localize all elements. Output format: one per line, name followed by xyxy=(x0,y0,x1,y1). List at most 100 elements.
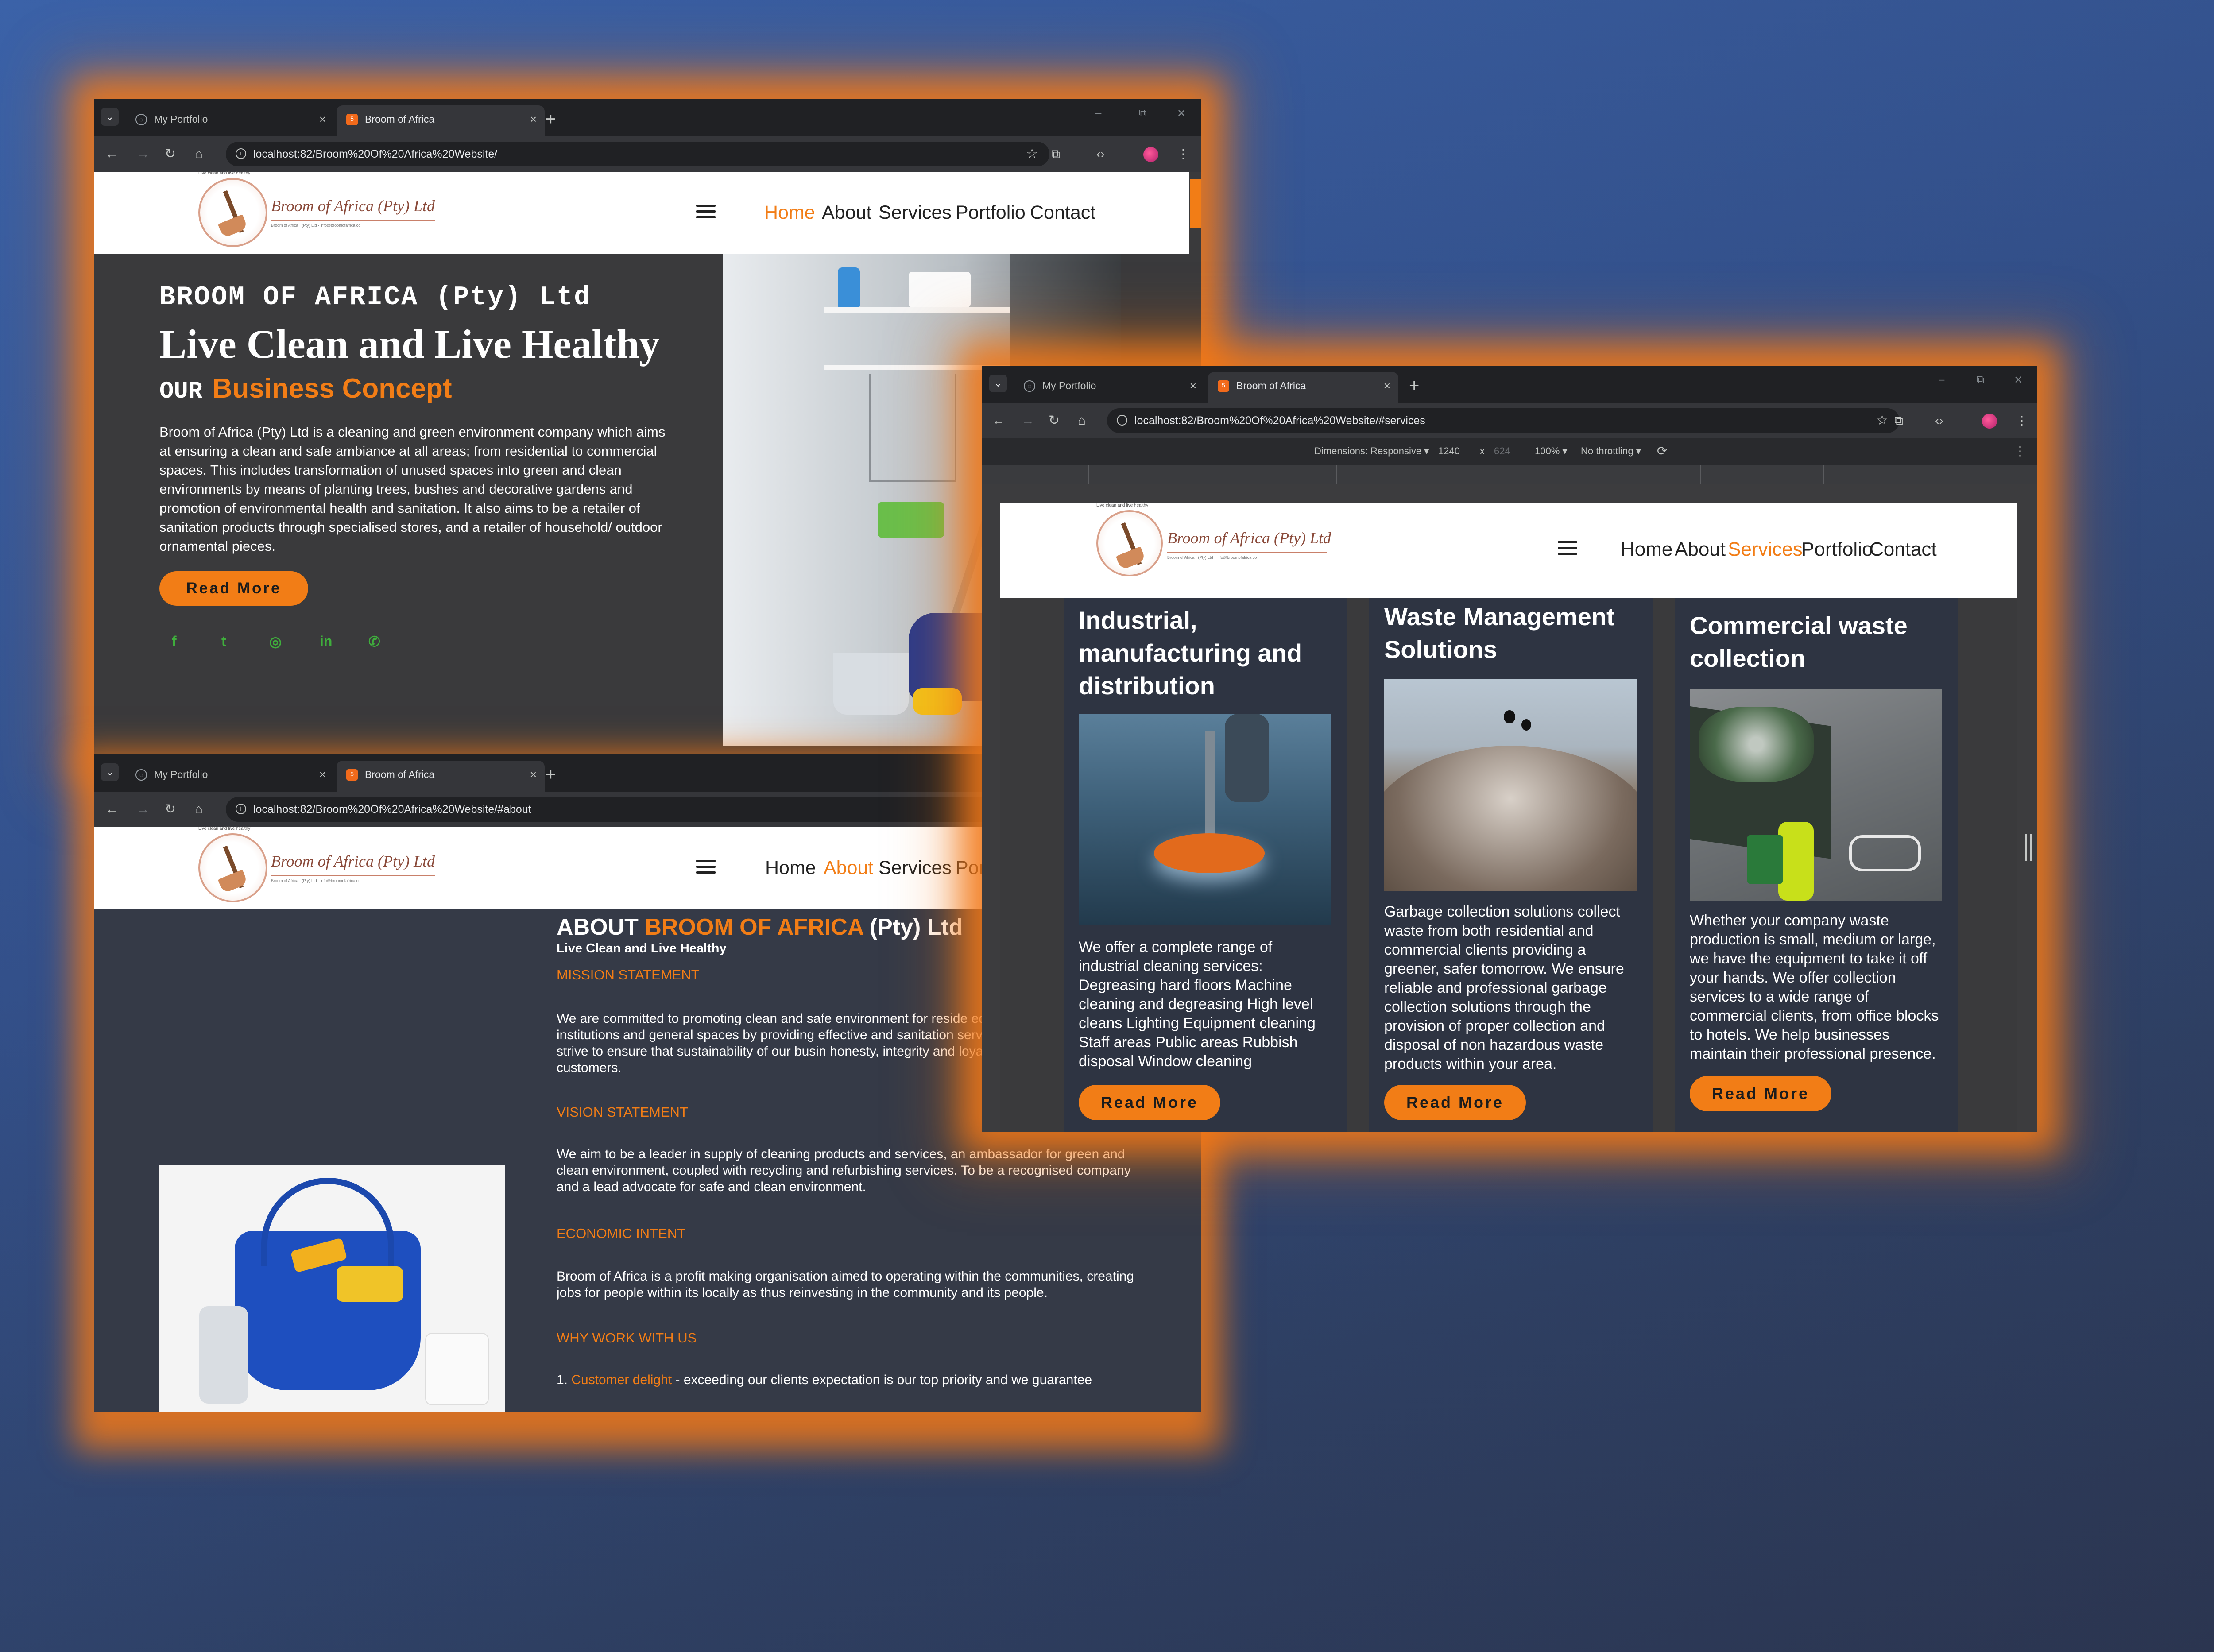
breakpoint-marker[interactable] xyxy=(1088,465,1089,485)
url-field[interactable]: i localhost:82/Broom%20Of%20Africa%20Web… xyxy=(1107,408,1900,433)
restore-button[interactable]: ⧉ xyxy=(1977,374,1984,386)
garbage-heap xyxy=(1384,746,1637,891)
bookmark-star-icon[interactable]: ☆ xyxy=(1876,408,1888,433)
new-tab-button[interactable]: + xyxy=(546,761,556,788)
resize-handle[interactable] xyxy=(2025,834,2032,861)
instagram-icon[interactable]: ◎ xyxy=(269,633,282,650)
read-more-button[interactable]: Read More xyxy=(1079,1085,1220,1120)
browser-menu-icon[interactable]: ⋮ xyxy=(1177,144,1189,164)
device-toolbar: Dimensions: Responsive ▾ 1240 x 624 100%… xyxy=(982,438,2037,465)
crow xyxy=(1521,719,1531,731)
linkedin-icon[interactable]: in xyxy=(320,633,332,650)
extensions-icon[interactable]: ⧉ xyxy=(1894,411,1903,430)
home-button[interactable]: ⌂ xyxy=(195,800,203,819)
site-info-icon[interactable]: i xyxy=(236,148,246,159)
read-more-button[interactable]: Read More xyxy=(1690,1076,1831,1111)
new-tab-button[interactable]: + xyxy=(1409,372,1419,399)
nav-about[interactable]: About xyxy=(1675,538,1726,561)
device-toolbar-menu-icon[interactable]: ⋮ xyxy=(2014,444,2026,458)
green-caddy xyxy=(878,502,944,538)
reload-button[interactable]: ↻ xyxy=(165,144,176,164)
back-button[interactable]: ← xyxy=(992,411,1005,430)
scrollbar-accent[interactable] xyxy=(1190,179,1201,228)
nav-portfolio[interactable]: Portfolio xyxy=(956,202,1026,224)
tab-my-portfolio[interactable]: ◌ My Portfolio × xyxy=(126,761,334,792)
whatsapp-icon[interactable]: ✆ xyxy=(368,633,380,650)
site-info-icon[interactable]: i xyxy=(1117,415,1127,426)
forward-button[interactable]: → xyxy=(136,144,150,164)
tab-my-portfolio[interactable]: ◌ My Portfolio × xyxy=(1014,372,1204,403)
tab-search-button[interactable]: ⌄ xyxy=(101,108,119,126)
tab-broom-of-africa[interactable]: 5 Broom of Africa × xyxy=(337,105,545,136)
minimize-button[interactable]: – xyxy=(1939,374,1944,386)
viewport-width-field[interactable]: 1240 xyxy=(1438,445,1460,457)
tab-search-button[interactable]: ⌄ xyxy=(101,763,119,781)
why-item-text: - exceeding our clients expectation is o… xyxy=(672,1373,1092,1387)
close-tab-icon[interactable]: × xyxy=(319,105,326,133)
emulated-viewport-area: Live clean and live healthy Broom of Afr… xyxy=(982,484,2037,1132)
breakpoint-marker[interactable] xyxy=(1336,465,1337,485)
bookmark-star-icon[interactable]: ☆ xyxy=(1026,142,1038,166)
dimensions-select[interactable]: Dimensions: Responsive ▾ xyxy=(1314,445,1429,457)
reload-button[interactable]: ↻ xyxy=(165,800,176,819)
close-tab-icon[interactable]: × xyxy=(319,761,326,788)
profile-avatar[interactable] xyxy=(1982,414,1997,429)
tab-title: My Portfolio xyxy=(1042,380,1096,391)
site-info-icon[interactable]: i xyxy=(236,804,246,814)
url-field[interactable]: i localhost:82/Broom%20Of%20Africa%20Web… xyxy=(226,142,1049,166)
logo-contact: Broom of Africa · (Pty) Ltd · info@broom… xyxy=(271,878,361,883)
close-tab-icon[interactable]: × xyxy=(1384,372,1390,399)
tab-broom-of-africa[interactable]: 5 Broom of Africa × xyxy=(1208,372,1398,403)
site-header: Live clean and live healthy Broom of Afr… xyxy=(1000,503,2017,598)
facebook-icon[interactable]: f xyxy=(172,633,177,650)
back-button[interactable]: ← xyxy=(105,800,119,819)
about-heading: ABOUT BROOM OF AFRICA (Pty) Ltd xyxy=(557,914,963,940)
devtools-code-icon[interactable]: ‹› xyxy=(1096,144,1105,164)
forward-button[interactable]: → xyxy=(1021,411,1034,430)
breakpoint-marker[interactable] xyxy=(1700,465,1701,485)
tab-search-button[interactable]: ⌄ xyxy=(989,375,1007,392)
close-window-button[interactable]: ✕ xyxy=(1177,107,1186,120)
restore-button[interactable]: ⧉ xyxy=(1139,107,1146,120)
read-more-button[interactable]: Read More xyxy=(1384,1085,1526,1120)
close-window-button[interactable]: ✕ xyxy=(2014,374,2023,387)
html-favicon-icon: 5 xyxy=(346,769,358,781)
nav-about[interactable]: About xyxy=(822,202,871,224)
hamburger-menu-icon[interactable] xyxy=(696,205,716,220)
nav-services[interactable]: Services xyxy=(1728,538,1803,561)
throttling-select[interactable]: No throttling ▾ xyxy=(1581,445,1641,457)
rotate-icon[interactable]: ⟳ xyxy=(1657,444,1667,458)
forward-button[interactable]: → xyxy=(136,800,150,819)
close-tab-icon[interactable]: × xyxy=(530,105,537,133)
hamburger-menu-icon[interactable] xyxy=(1558,541,1577,556)
zoom-select[interactable]: 100% ▾ xyxy=(1535,445,1567,457)
tab-broom-of-africa[interactable]: 5 Broom of Africa × xyxy=(337,761,545,792)
tab-my-portfolio[interactable]: ◌ My Portfolio × xyxy=(126,105,334,136)
logo-tagline: Live clean and live healthy xyxy=(198,171,251,176)
devtools-code-icon[interactable]: ‹› xyxy=(1935,411,1943,430)
new-tab-button[interactable]: + xyxy=(546,105,556,133)
nav-portfolio[interactable]: Portfolio xyxy=(1801,538,1873,561)
close-tab-icon[interactable]: × xyxy=(530,761,537,788)
breakpoint-marker[interactable] xyxy=(1823,465,1824,485)
nav-home[interactable]: Home xyxy=(764,202,815,224)
extensions-icon[interactable]: ⧉ xyxy=(1051,144,1060,164)
viewport-height-field[interactable]: 624 xyxy=(1494,445,1510,457)
service-card-text: Garbage collection solutions collect was… xyxy=(1384,903,1624,1072)
reload-button[interactable]: ↻ xyxy=(1049,411,1060,430)
profile-avatar[interactable] xyxy=(1143,147,1158,162)
back-button[interactable]: ← xyxy=(105,144,119,164)
service-card-title: Industrial, manufacturing and distributi… xyxy=(1079,606,1302,700)
home-button[interactable]: ⌂ xyxy=(195,144,203,164)
nav-contact[interactable]: Contact xyxy=(1870,538,1937,561)
nav-contact[interactable]: Contact xyxy=(1030,202,1095,224)
browser-menu-icon[interactable]: ⋮ xyxy=(2016,411,2028,430)
read-more-button[interactable]: Read More xyxy=(159,571,308,606)
close-tab-icon[interactable]: × xyxy=(1190,372,1196,399)
minimize-button[interactable]: – xyxy=(1095,107,1101,120)
home-button[interactable]: ⌂ xyxy=(1078,411,1086,430)
nav-services[interactable]: Services xyxy=(879,202,952,224)
bucket xyxy=(833,653,909,715)
nav-home[interactable]: Home xyxy=(1621,538,1672,561)
twitter-icon[interactable]: t xyxy=(221,633,226,650)
